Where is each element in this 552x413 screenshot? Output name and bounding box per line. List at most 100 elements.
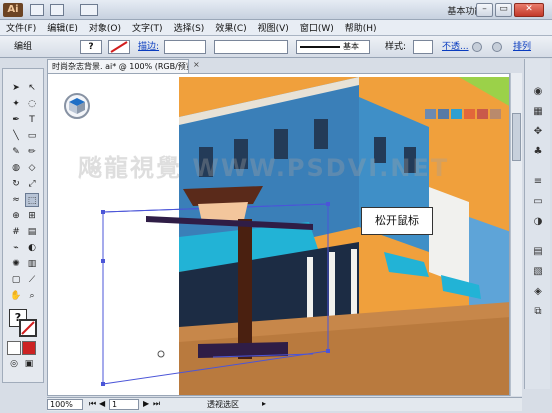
artboard-icon[interactable]: ▢ (9, 273, 23, 287)
hand-icon[interactable]: ✋ (9, 289, 23, 303)
menu-window[interactable]: 窗口(W) (300, 21, 334, 34)
screen-mode-icon[interactable]: ▣ (22, 357, 36, 371)
scale-icon[interactable]: ⤢ (25, 177, 39, 191)
tools-panel: ➤ ↖ ✦ ◌ ✒ T ╲ ▭ ✎ ✏ ◍ ◇ ↻ ⤢ ≈ ⬚ ⊕ ⊞ # ▤ … (2, 68, 44, 383)
menu-edit[interactable]: 编辑(E) (47, 21, 78, 34)
reference-point-icon (157, 350, 165, 358)
fill-swatch-button[interactable]: ? (80, 40, 102, 54)
release-mouse-tooltip: 松开鼠标 (361, 207, 433, 235)
stroke-panel-icon[interactable]: ≡ (531, 175, 545, 189)
stroke-weight-field[interactable] (164, 40, 206, 54)
previous-page-icon[interactable]: ◀ (99, 399, 105, 408)
variable-width-select[interactable] (214, 40, 288, 54)
menu-help[interactable]: 帮助(H) (345, 21, 377, 34)
free-transform-icon[interactable]: ⬚ (25, 193, 39, 207)
close-tab-icon[interactable]: × (193, 60, 200, 69)
symbols-panel-icon[interactable]: ♣ (531, 145, 545, 159)
first-page-icon[interactable]: ⏮ (89, 399, 96, 409)
title-bar: Ai 基本功能 – ▭ ✕ (0, 0, 552, 20)
brush-definition-select[interactable]: 基本 (296, 40, 370, 54)
status-mode-label[interactable]: 透视选区 (207, 399, 239, 410)
mesh-icon[interactable]: # (9, 225, 23, 239)
menu-object[interactable]: 对象(O) (89, 21, 121, 34)
minimize-button[interactable]: – (476, 3, 493, 17)
eyedropper-icon[interactable]: ⌁ (9, 241, 23, 255)
menu-view[interactable]: 视图(V) (258, 21, 289, 34)
status-menu-icon[interactable]: ▸ (262, 399, 266, 408)
zoom-icon[interactable]: ⌕ (25, 289, 39, 303)
menu-bar: 文件(F) 编辑(E) 对象(O) 文字(T) 选择(S) 效果(C) 视图(V… (0, 20, 552, 36)
stroke-preview-icon (300, 46, 340, 48)
vertical-scrollbar[interactable] (510, 73, 522, 396)
color-mode-icon[interactable] (7, 341, 21, 355)
control-bar: 编组 ? 描边: 基本 样式: 不透... 排列 (0, 36, 552, 58)
pen-icon[interactable]: ✒ (9, 113, 23, 127)
menu-effect[interactable]: 效果(C) (215, 21, 246, 34)
appearance-panel-icon[interactable]: ▤ (531, 245, 545, 259)
status-bar: 100% ⏮ ◀ 1 ▶ ⏭ 透视选区 ▸ (47, 397, 522, 411)
menu-select[interactable]: 选择(S) (174, 21, 205, 34)
symbol-sprayer-icon[interactable]: ✺ (9, 257, 23, 271)
panel-dock: ◉ ▦ ✥ ♣ ≡ ▭ ◑ ▤ ▧ ◈ ⧉ (524, 59, 550, 389)
selection-arrow-icon[interactable]: ➤ (9, 81, 23, 95)
stroke-swatch-button[interactable] (108, 40, 130, 54)
brush-icon[interactable]: ✎ (9, 145, 23, 159)
selection-type-label: 编组 (14, 42, 33, 52)
layers-panel-icon[interactable]: ◈ (531, 285, 545, 299)
lasso-icon[interactable]: ◌ (25, 97, 39, 111)
pencil-icon[interactable]: ✏ (25, 145, 39, 159)
view-layout-icon[interactable] (80, 4, 98, 16)
gradient-panel-icon[interactable]: ▭ (531, 195, 545, 209)
slice-icon[interactable]: ⟋ (25, 273, 39, 287)
graphic-style-select[interactable] (413, 40, 433, 54)
swatches-panel-icon[interactable]: ▦ (531, 105, 545, 119)
warp-icon[interactable]: ≈ (9, 193, 23, 207)
scroll-thumb[interactable] (512, 113, 521, 161)
direct-selection-icon[interactable]: ↖ (25, 81, 39, 95)
align-icon[interactable] (492, 42, 502, 52)
no-stroke-icon (110, 41, 128, 53)
close-button[interactable]: ✕ (514, 3, 544, 17)
gradient-icon[interactable]: ▤ (25, 225, 39, 239)
recolor-icon[interactable] (472, 42, 482, 52)
gradient-mode-icon[interactable] (22, 341, 36, 355)
app-logo: Ai (3, 3, 23, 17)
brush-basic-label: 基本 (343, 42, 359, 51)
eraser-icon[interactable]: ◇ (25, 161, 39, 175)
stroke-color-swatch[interactable] (19, 319, 37, 337)
artboards-panel-icon[interactable]: ⧉ (531, 305, 545, 319)
style-label: 样式: (385, 42, 407, 52)
arrange-documents-icon[interactable] (50, 4, 64, 16)
arrange-link[interactable]: 排列 (513, 40, 531, 54)
perspective-selection-overlay (101, 186, 330, 386)
no-stroke-icon (21, 321, 35, 335)
magic-wand-icon[interactable]: ✦ (9, 97, 23, 111)
graphic-styles-panel-icon[interactable]: ▧ (531, 265, 545, 279)
draw-mode-icon[interactable]: ◎ (7, 357, 21, 371)
next-page-icon[interactable]: ▶ (143, 399, 149, 408)
menu-type[interactable]: 文字(T) (132, 21, 163, 34)
type-icon[interactable]: T (25, 113, 39, 127)
menu-file[interactable]: 文件(F) (6, 21, 36, 34)
blob-brush-icon[interactable]: ◍ (9, 161, 23, 175)
watermark-text: 飚龍視覺 WWW.PSDVI.NET (78, 154, 450, 182)
graph-icon[interactable]: ▥ (25, 257, 39, 271)
last-page-icon[interactable]: ⏭ (153, 399, 160, 409)
restore-button[interactable]: ▭ (495, 3, 512, 17)
zoom-select[interactable]: 100% (47, 399, 83, 410)
page-field[interactable]: 1 (109, 399, 139, 410)
document-canvas[interactable]: 飚龍視覺 WWW.PSDVI.NET 松开鼠标 (47, 73, 510, 396)
document-tab[interactable]: 时尚杂志背景. ai* @ 100% (RGB/预览) (47, 59, 189, 73)
color-panel-icon[interactable]: ◉ (531, 85, 545, 99)
rotate-icon[interactable]: ↻ (9, 177, 23, 191)
shape-builder-icon[interactable]: ⊕ (9, 209, 23, 223)
rectangle-icon[interactable]: ▭ (25, 129, 39, 143)
opacity-link[interactable]: 不透... (442, 40, 469, 54)
bridge-icon[interactable] (30, 4, 44, 16)
transparency-panel-icon[interactable]: ◑ (531, 215, 545, 229)
perspective-grid-icon[interactable]: ⊞ (25, 209, 39, 223)
line-icon[interactable]: ╲ (9, 129, 23, 143)
brushes-panel-icon[interactable]: ✥ (531, 125, 545, 139)
blend-icon[interactable]: ◐ (25, 241, 39, 255)
stroke-link[interactable]: 描边: (138, 40, 159, 54)
